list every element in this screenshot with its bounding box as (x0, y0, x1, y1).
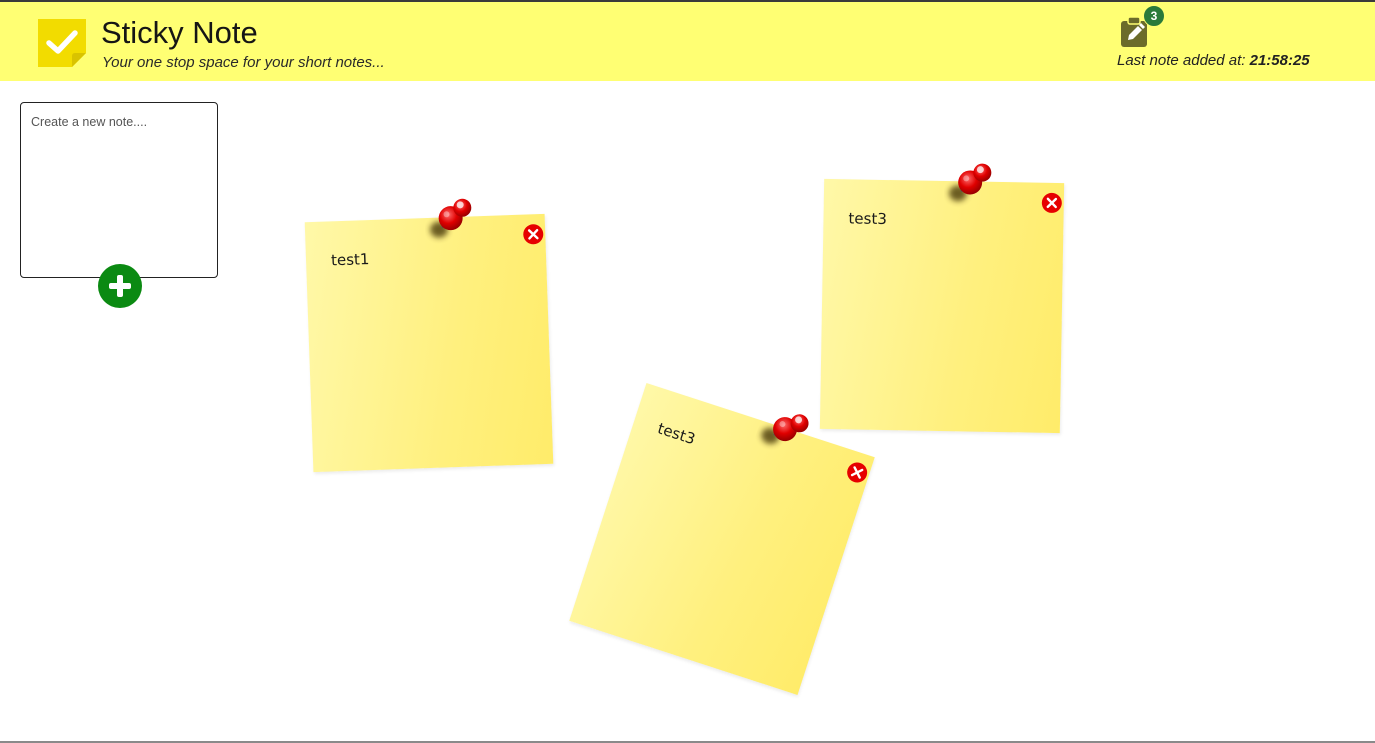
last-added-time: 21:58:25 (1249, 52, 1310, 69)
app-subtitle: Your one stop space for your short notes… (102, 54, 385, 71)
note-text: test1 (330, 250, 370, 270)
sticky-note[interactable]: test3 (819, 163, 1065, 434)
pushpin-icon (424, 194, 486, 246)
pushpin-icon (752, 399, 825, 465)
sticky-note[interactable]: test1 (304, 198, 554, 473)
checkmark-note-icon (38, 19, 86, 67)
last-note-added-status: Last note added at: 21:58:25 (1117, 52, 1310, 69)
note-text: test3 (655, 419, 698, 449)
last-added-label: Last note added at: (1117, 52, 1246, 69)
sticky-note[interactable]: test3 (569, 383, 875, 695)
delete-note-button[interactable] (522, 223, 544, 245)
close-icon (850, 466, 864, 479)
pushpin-icon (944, 159, 1005, 210)
delete-note-button[interactable] (844, 459, 870, 486)
delete-note-button[interactable] (1041, 192, 1062, 214)
note-text: test3 (848, 209, 888, 229)
app-header: Sticky Note Your one stop space for your… (0, 2, 1375, 81)
close-icon (1046, 197, 1058, 209)
new-note-input[interactable] (20, 102, 218, 278)
close-icon (527, 228, 539, 240)
app-title: Sticky Note (101, 15, 258, 50)
add-note-button[interactable] (98, 264, 142, 308)
notes-count-badge: 3 (1143, 5, 1165, 27)
